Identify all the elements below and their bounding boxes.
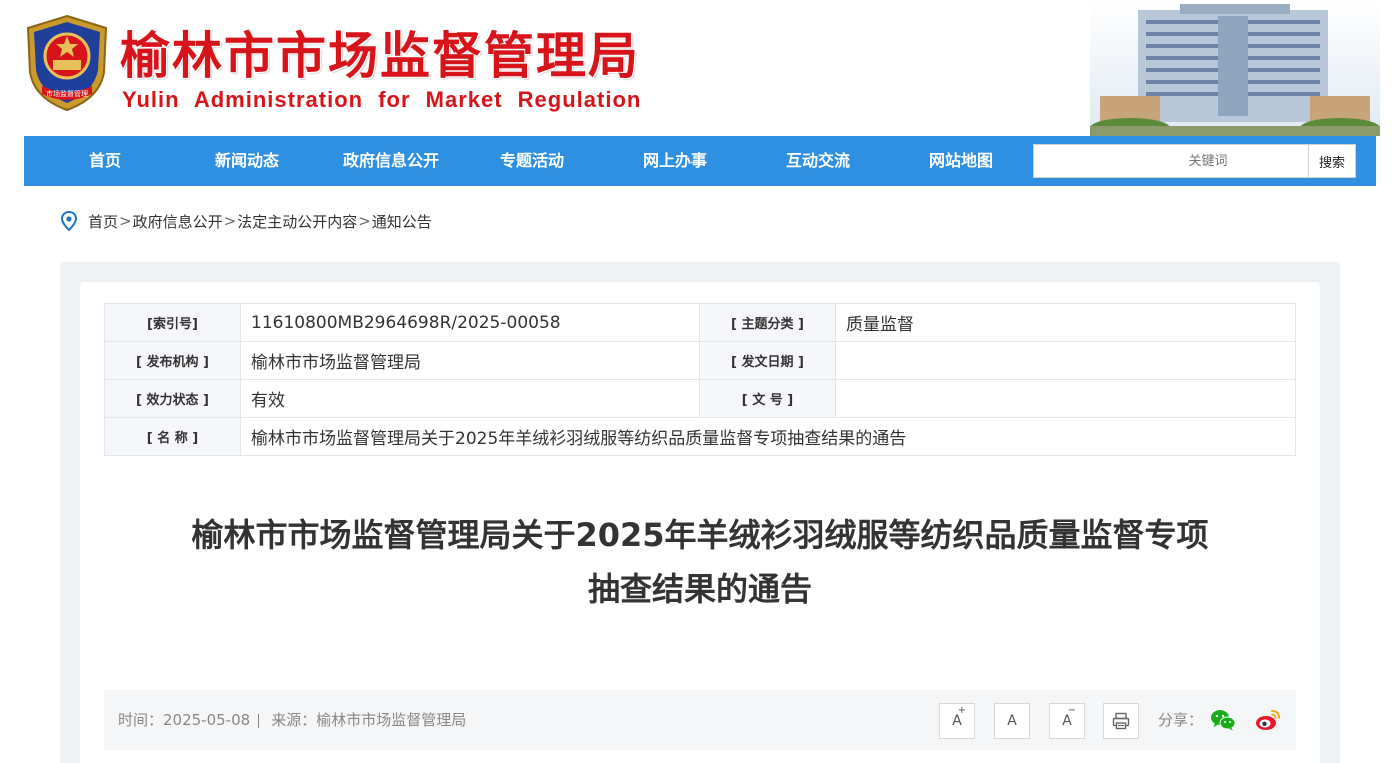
breadcrumb-separator: > — [358, 212, 371, 230]
breadcrumb-separator: > — [119, 212, 132, 230]
breadcrumb-home[interactable]: 首页 — [88, 211, 118, 232]
info-row: [ 效力状态 ] 有效 [ 文 号 ] — [104, 379, 1296, 418]
docno-label: [ 文 号 ] — [699, 379, 836, 418]
main-nav: 首页 新闻动态 政府信息公开 专题活动 网上办事 互动交流 网站地图 搜索 — [24, 136, 1376, 186]
topic-label: [ 主题分类 ] — [699, 303, 836, 342]
font-normal-button[interactable]: A — [994, 703, 1030, 739]
name-value: 榆林市市场监督管理局关于2025年羊绒衫羽绒服等纺织品质量监督专项抽查结果的通告 — [240, 417, 1296, 456]
nav-item-sitemap[interactable]: 网站地图 — [916, 136, 1006, 186]
breadcrumb-notices[interactable]: 通知公告 — [372, 211, 432, 232]
emblem-icon: 市场监督管理 — [26, 14, 108, 112]
info-row: [ 名 称 ] 榆林市市场监督管理局关于2025年羊绒衫羽绒服等纺织品质量监督专… — [104, 417, 1296, 456]
nav-item-interaction[interactable]: 互动交流 — [773, 136, 863, 186]
nav-item-home[interactable]: 首页 — [60, 136, 150, 186]
publisher-label: [ 发布机构 ] — [104, 341, 241, 380]
article-meta-bar: 时间：2025-05-08 来源：榆林市市场监督管理局 A + A A − 分享： — [104, 690, 1296, 750]
nav-item-special[interactable]: 专题活动 — [487, 136, 577, 186]
publish-source: 来源：榆林市市场监督管理局 — [271, 711, 467, 729]
article-title: 榆林市市场监督管理局关于2025年羊绒衫羽绒服等纺织品质量监督专项 抽查结果的通… — [104, 508, 1296, 616]
index-value: 11610800MB2964698R/2025-00058 — [240, 303, 700, 342]
breadcrumb-gov-info[interactable]: 政府信息公开 — [133, 211, 223, 232]
site-title-cn: 榆林市市场监督管理局 — [120, 27, 640, 85]
nav-item-gov-info[interactable]: 政府信息公开 — [336, 136, 446, 186]
site-title-en: Yulin Administration for Market Regulati… — [122, 87, 642, 112]
weibo-icon[interactable] — [1255, 708, 1281, 732]
location-pin-icon — [60, 211, 78, 231]
breadcrumb-statutory[interactable]: 法定主动公开内容 — [237, 211, 357, 232]
print-icon — [1112, 712, 1130, 730]
document-info-table: [索引号] 11610800MB2964698R/2025-00058 [ 主题… — [104, 303, 1296, 456]
search-input[interactable] — [1034, 145, 1308, 177]
article-title-line1: 榆林市市场监督管理局关于2025年羊绒衫羽绒服等纺织品质量监督专项 — [191, 516, 1209, 554]
building-image — [1090, 0, 1380, 136]
publish-time: 时间：2025-05-08 — [118, 711, 251, 729]
breadcrumb: 首页 > 政府信息公开 > 法定主动公开内容 > 通知公告 — [60, 209, 432, 233]
topic-value: 质量监督 — [835, 303, 1296, 342]
publisher-value: 榆林市市场监督管理局 — [240, 341, 700, 380]
info-row: [索引号] 11610800MB2964698R/2025-00058 [ 主题… — [104, 303, 1296, 342]
nav-item-online-service[interactable]: 网上办事 — [630, 136, 720, 186]
font-decrease-button[interactable]: A − — [1049, 703, 1085, 739]
font-normal-glyph: A — [1007, 713, 1017, 729]
status-label: [ 效力状态 ] — [104, 379, 241, 418]
nav-item-news[interactable]: 新闻动态 — [202, 136, 292, 186]
status-value: 有效 — [240, 379, 700, 418]
site-header: 市场监督管理 榆林市市场监督管理局 Yulin Administration f… — [0, 0, 1399, 136]
print-button[interactable] — [1103, 703, 1139, 739]
meta-divider — [258, 713, 260, 728]
font-decrease-mark: − — [1067, 705, 1076, 716]
font-increase-button[interactable]: A + — [939, 703, 975, 739]
wechat-icon[interactable] — [1210, 708, 1236, 732]
info-row: [ 发布机构 ] 榆林市市场监督管理局 [ 发文日期 ] — [104, 341, 1296, 380]
date-value — [835, 341, 1296, 380]
meta-info: 时间：2025-05-08 来源：榆林市市场监督管理局 — [118, 690, 466, 750]
font-increase-mark: + — [957, 705, 966, 716]
svg-text:市场监督管理: 市场监督管理 — [46, 89, 88, 98]
name-label: [ 名 称 ] — [104, 417, 241, 456]
article-title-line2: 抽查结果的通告 — [587, 570, 812, 608]
docno-value — [835, 379, 1296, 418]
index-label: [索引号] — [104, 303, 241, 342]
search-button[interactable]: 搜索 — [1308, 145, 1355, 177]
date-label: [ 发文日期 ] — [699, 341, 836, 380]
search-box: 搜索 — [1033, 144, 1356, 178]
share-label: 分享： — [1158, 711, 1204, 729]
breadcrumb-separator: > — [223, 212, 237, 230]
